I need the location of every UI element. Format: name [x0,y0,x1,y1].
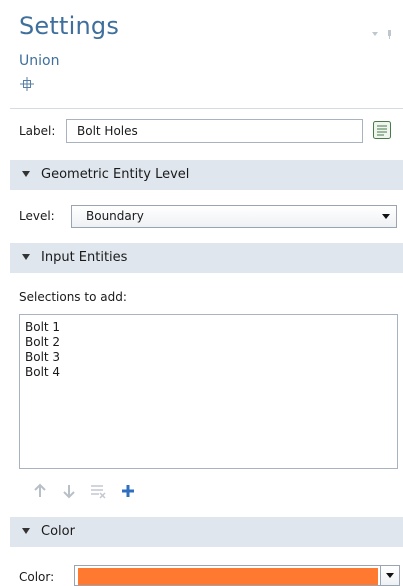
settings-panel: Settings Union Label: Bolt Holes Geometr… [0,0,403,586]
chevron-down-icon [382,214,390,219]
color-caption: Color: [19,570,55,584]
level-select-value: Boundary [86,209,144,223]
color-swatch [78,568,378,585]
move-crosshair-icon[interactable] [19,76,35,92]
level-caption: Level: [19,209,55,223]
collapse-triangle-icon [22,253,30,260]
section-color[interactable]: Color [10,517,403,547]
section-input-entities[interactable]: Input Entities [10,243,403,273]
dropdown-arrow-icon[interactable] [370,28,380,38]
pin-icon[interactable] [385,28,395,39]
divider [10,108,403,109]
label-caption: Label: [19,124,56,138]
selections-listbox[interactable]: Bolt 1 Bolt 2 Bolt 3 Bolt 4 [19,314,398,469]
section-title: Input Entities [41,250,128,265]
label-input[interactable]: Bolt Holes [66,119,363,143]
color-select[interactable] [74,565,400,586]
list-item[interactable]: Bolt 1 [25,320,392,335]
add-icon[interactable] [118,481,138,501]
page-title: Settings [19,12,120,40]
list-item[interactable]: Bolt 3 [25,350,392,365]
node-type-label: Union [19,53,60,69]
chevron-down-icon [386,573,394,578]
color-dropdown-button[interactable] [380,566,399,585]
move-down-icon[interactable] [59,481,79,501]
collapse-triangle-icon [22,527,30,534]
collapse-triangle-icon [22,170,30,177]
section-geometric-entity-level[interactable]: Geometric Entity Level [10,160,403,190]
list-item[interactable]: Bolt 4 [25,365,392,380]
delete-icon[interactable] [88,481,108,501]
selections-caption: Selections to add: [19,290,127,304]
section-title: Geometric Entity Level [41,167,190,182]
section-title: Color [41,524,75,539]
list-item[interactable]: Bolt 2 [25,335,392,350]
edit-label-icon[interactable] [372,120,392,140]
level-select[interactable]: Boundary [71,205,397,228]
move-up-icon[interactable] [30,481,50,501]
